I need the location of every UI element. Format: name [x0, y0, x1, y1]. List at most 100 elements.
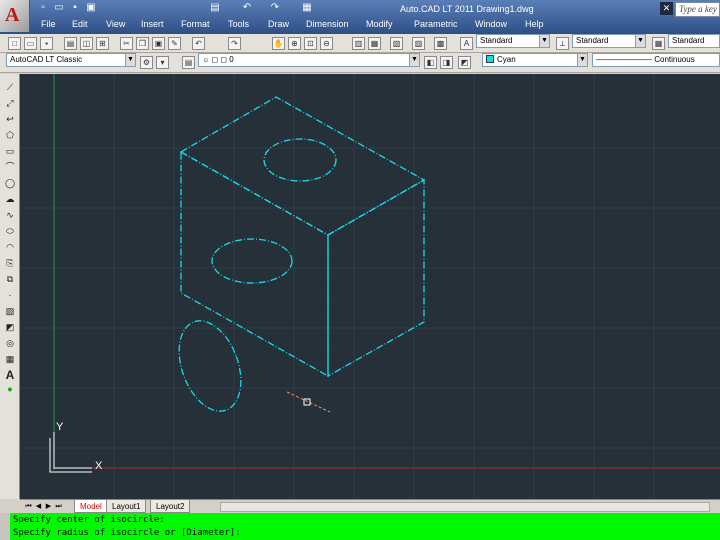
line-icon[interactable]: ⟋: [3, 80, 17, 94]
markup-icon[interactable]: ▨: [412, 37, 425, 50]
linetype-select[interactable]: ——————— Continuous: [592, 53, 720, 67]
chevron-down-icon[interactable]: ▼: [125, 54, 135, 66]
layer-select[interactable]: ☼ ◻ ◻ 0 ▼: [198, 53, 420, 67]
pan-icon[interactable]: ✋: [272, 37, 285, 50]
block-left-face[interactable]: [180, 150, 329, 378]
layer-state-icon[interactable]: ◩: [458, 56, 471, 69]
menu-format[interactable]: Format: [181, 19, 210, 29]
tab-layout1[interactable]: Layout1: [106, 500, 147, 513]
plot-icon[interactable]: ▦: [300, 1, 314, 15]
match-properties-icon[interactable]: ✎: [168, 37, 181, 50]
multiline-text-icon[interactable]: A: [3, 368, 17, 382]
make-block-icon[interactable]: ⧉: [3, 272, 17, 286]
workspace-settings-icon[interactable]: ⚙: [140, 56, 153, 69]
help-search-input[interactable]: Type a key: [675, 2, 720, 17]
chevron-down-icon[interactable]: ▼: [409, 54, 419, 66]
menu-view[interactable]: View: [106, 19, 125, 29]
print-icon[interactable]: ▤: [208, 1, 222, 15]
menu-tools[interactable]: Tools: [228, 19, 249, 29]
dim-style-icon[interactable]: ⟂: [556, 37, 569, 50]
first-tab-icon[interactable]: ⏮: [24, 501, 33, 512]
menu-file[interactable]: File: [41, 19, 56, 29]
menu-help[interactable]: Help: [525, 19, 544, 29]
horizontal-scrollbar[interactable]: [220, 502, 710, 512]
open-icon[interactable]: ▭: [52, 1, 66, 15]
menu-insert[interactable]: Insert: [141, 19, 164, 29]
insert-block-icon[interactable]: ⎘: [3, 256, 17, 270]
tool-palettes-icon[interactable]: ▧: [390, 37, 403, 50]
saveas-icon[interactable]: ▣: [84, 1, 98, 15]
chevron-down-icon[interactable]: ▼: [635, 35, 645, 47]
publish-icon[interactable]: ⊞: [96, 37, 109, 50]
properties-icon[interactable]: ▥: [352, 37, 365, 50]
redo-toolbar-icon[interactable]: ↷: [228, 37, 241, 50]
save-icon[interactable]: ▪: [68, 1, 82, 15]
polygon-icon[interactable]: ⬠: [3, 128, 17, 142]
menu-parametric[interactable]: Parametric: [414, 19, 458, 29]
add-selected-icon[interactable]: ●: [3, 382, 17, 396]
menu-modify[interactable]: Modify: [366, 19, 393, 29]
color-select[interactable]: Cyan ▼: [482, 53, 588, 67]
workspace-select[interactable]: AutoCAD LT Classic ▼: [6, 53, 136, 67]
isocircle-top[interactable]: [263, 138, 337, 182]
plot-preview-icon[interactable]: ◫: [80, 37, 93, 50]
rectangle-icon[interactable]: ▭: [3, 144, 17, 158]
layer-properties-icon[interactable]: ▤: [182, 56, 195, 69]
command-line[interactable]: Specify center of isocircle: Specify rad…: [0, 513, 720, 540]
table-style-icon[interactable]: ▦: [652, 37, 665, 50]
save-file-icon[interactable]: ▪: [40, 37, 53, 50]
ellipse-arc-icon[interactable]: ◠: [3, 240, 17, 254]
undo-icon[interactable]: ↶: [240, 1, 254, 15]
table-icon[interactable]: ▦: [3, 352, 17, 366]
polyline-icon[interactable]: ↩: [3, 112, 17, 126]
cut-icon[interactable]: ✂: [120, 37, 133, 50]
ellipse-icon[interactable]: ⬭: [3, 224, 17, 238]
command-prompt[interactable]: Specify radius of isocircle or [Diameter…: [13, 528, 241, 538]
application-menu-button[interactable]: A: [0, 0, 30, 32]
gradient-icon[interactable]: ◩: [3, 320, 17, 334]
chevron-down-icon[interactable]: ▼: [577, 54, 587, 66]
new-icon[interactable]: ▫: [36, 1, 50, 15]
design-center-icon[interactable]: ▦: [368, 37, 381, 50]
menu-dimension[interactable]: Dimension: [306, 19, 349, 29]
hatch-icon[interactable]: ▧: [3, 304, 17, 318]
revision-cloud-icon[interactable]: ☁: [3, 192, 17, 206]
undo-toolbar-icon[interactable]: ↶: [192, 37, 205, 50]
redo-icon[interactable]: ↷: [268, 1, 282, 15]
tab-model[interactable]: Model: [74, 500, 108, 513]
plot-file-icon[interactable]: ▤: [64, 37, 77, 50]
close-icon[interactable]: ✕: [660, 2, 673, 15]
text-style-icon[interactable]: A: [460, 37, 473, 50]
zoom-realtime-icon[interactable]: ⊕: [288, 37, 301, 50]
command-line-grip-icon[interactable]: [0, 513, 10, 540]
circle-icon[interactable]: ◯: [3, 176, 17, 190]
construction-line-icon[interactable]: ⤢: [3, 96, 17, 110]
next-tab-icon[interactable]: ▶: [44, 501, 53, 512]
table-style-select[interactable]: Standard: [668, 34, 720, 48]
region-icon[interactable]: ◎: [3, 336, 17, 350]
layer-previous-icon[interactable]: ◨: [440, 56, 453, 69]
block-top-face[interactable]: [179, 96, 426, 236]
menu-draw[interactable]: Draw: [268, 19, 289, 29]
zoom-previous-icon[interactable]: ⊖: [320, 37, 333, 50]
dim-style-select[interactable]: Standard ▼: [572, 34, 646, 48]
last-tab-icon[interactable]: ⏭: [54, 501, 63, 512]
block-right-face[interactable]: [327, 178, 425, 378]
text-style-select[interactable]: Standard ▼: [476, 34, 550, 48]
copy-icon[interactable]: ❐: [136, 37, 149, 50]
drawing-area[interactable]: Y X: [20, 74, 720, 499]
previous-tab-icon[interactable]: ◀: [34, 501, 43, 512]
make-layer-current-icon[interactable]: ◧: [424, 56, 437, 69]
calculator-icon[interactable]: ▩: [434, 37, 447, 50]
spline-icon[interactable]: ∿: [3, 208, 17, 222]
open-file-icon[interactable]: ▭: [24, 37, 37, 50]
menu-window[interactable]: Window: [475, 19, 507, 29]
qnew-icon[interactable]: □: [8, 37, 21, 50]
zoom-window-icon[interactable]: ⊡: [304, 37, 317, 50]
paste-icon[interactable]: ▣: [152, 37, 165, 50]
point-icon[interactable]: ·: [3, 288, 17, 302]
customize-icon[interactable]: ▾: [156, 56, 169, 69]
menu-edit[interactable]: Edit: [72, 19, 88, 29]
isocircle-left[interactable]: [211, 238, 293, 284]
tab-layout2[interactable]: Layout2: [150, 500, 191, 513]
